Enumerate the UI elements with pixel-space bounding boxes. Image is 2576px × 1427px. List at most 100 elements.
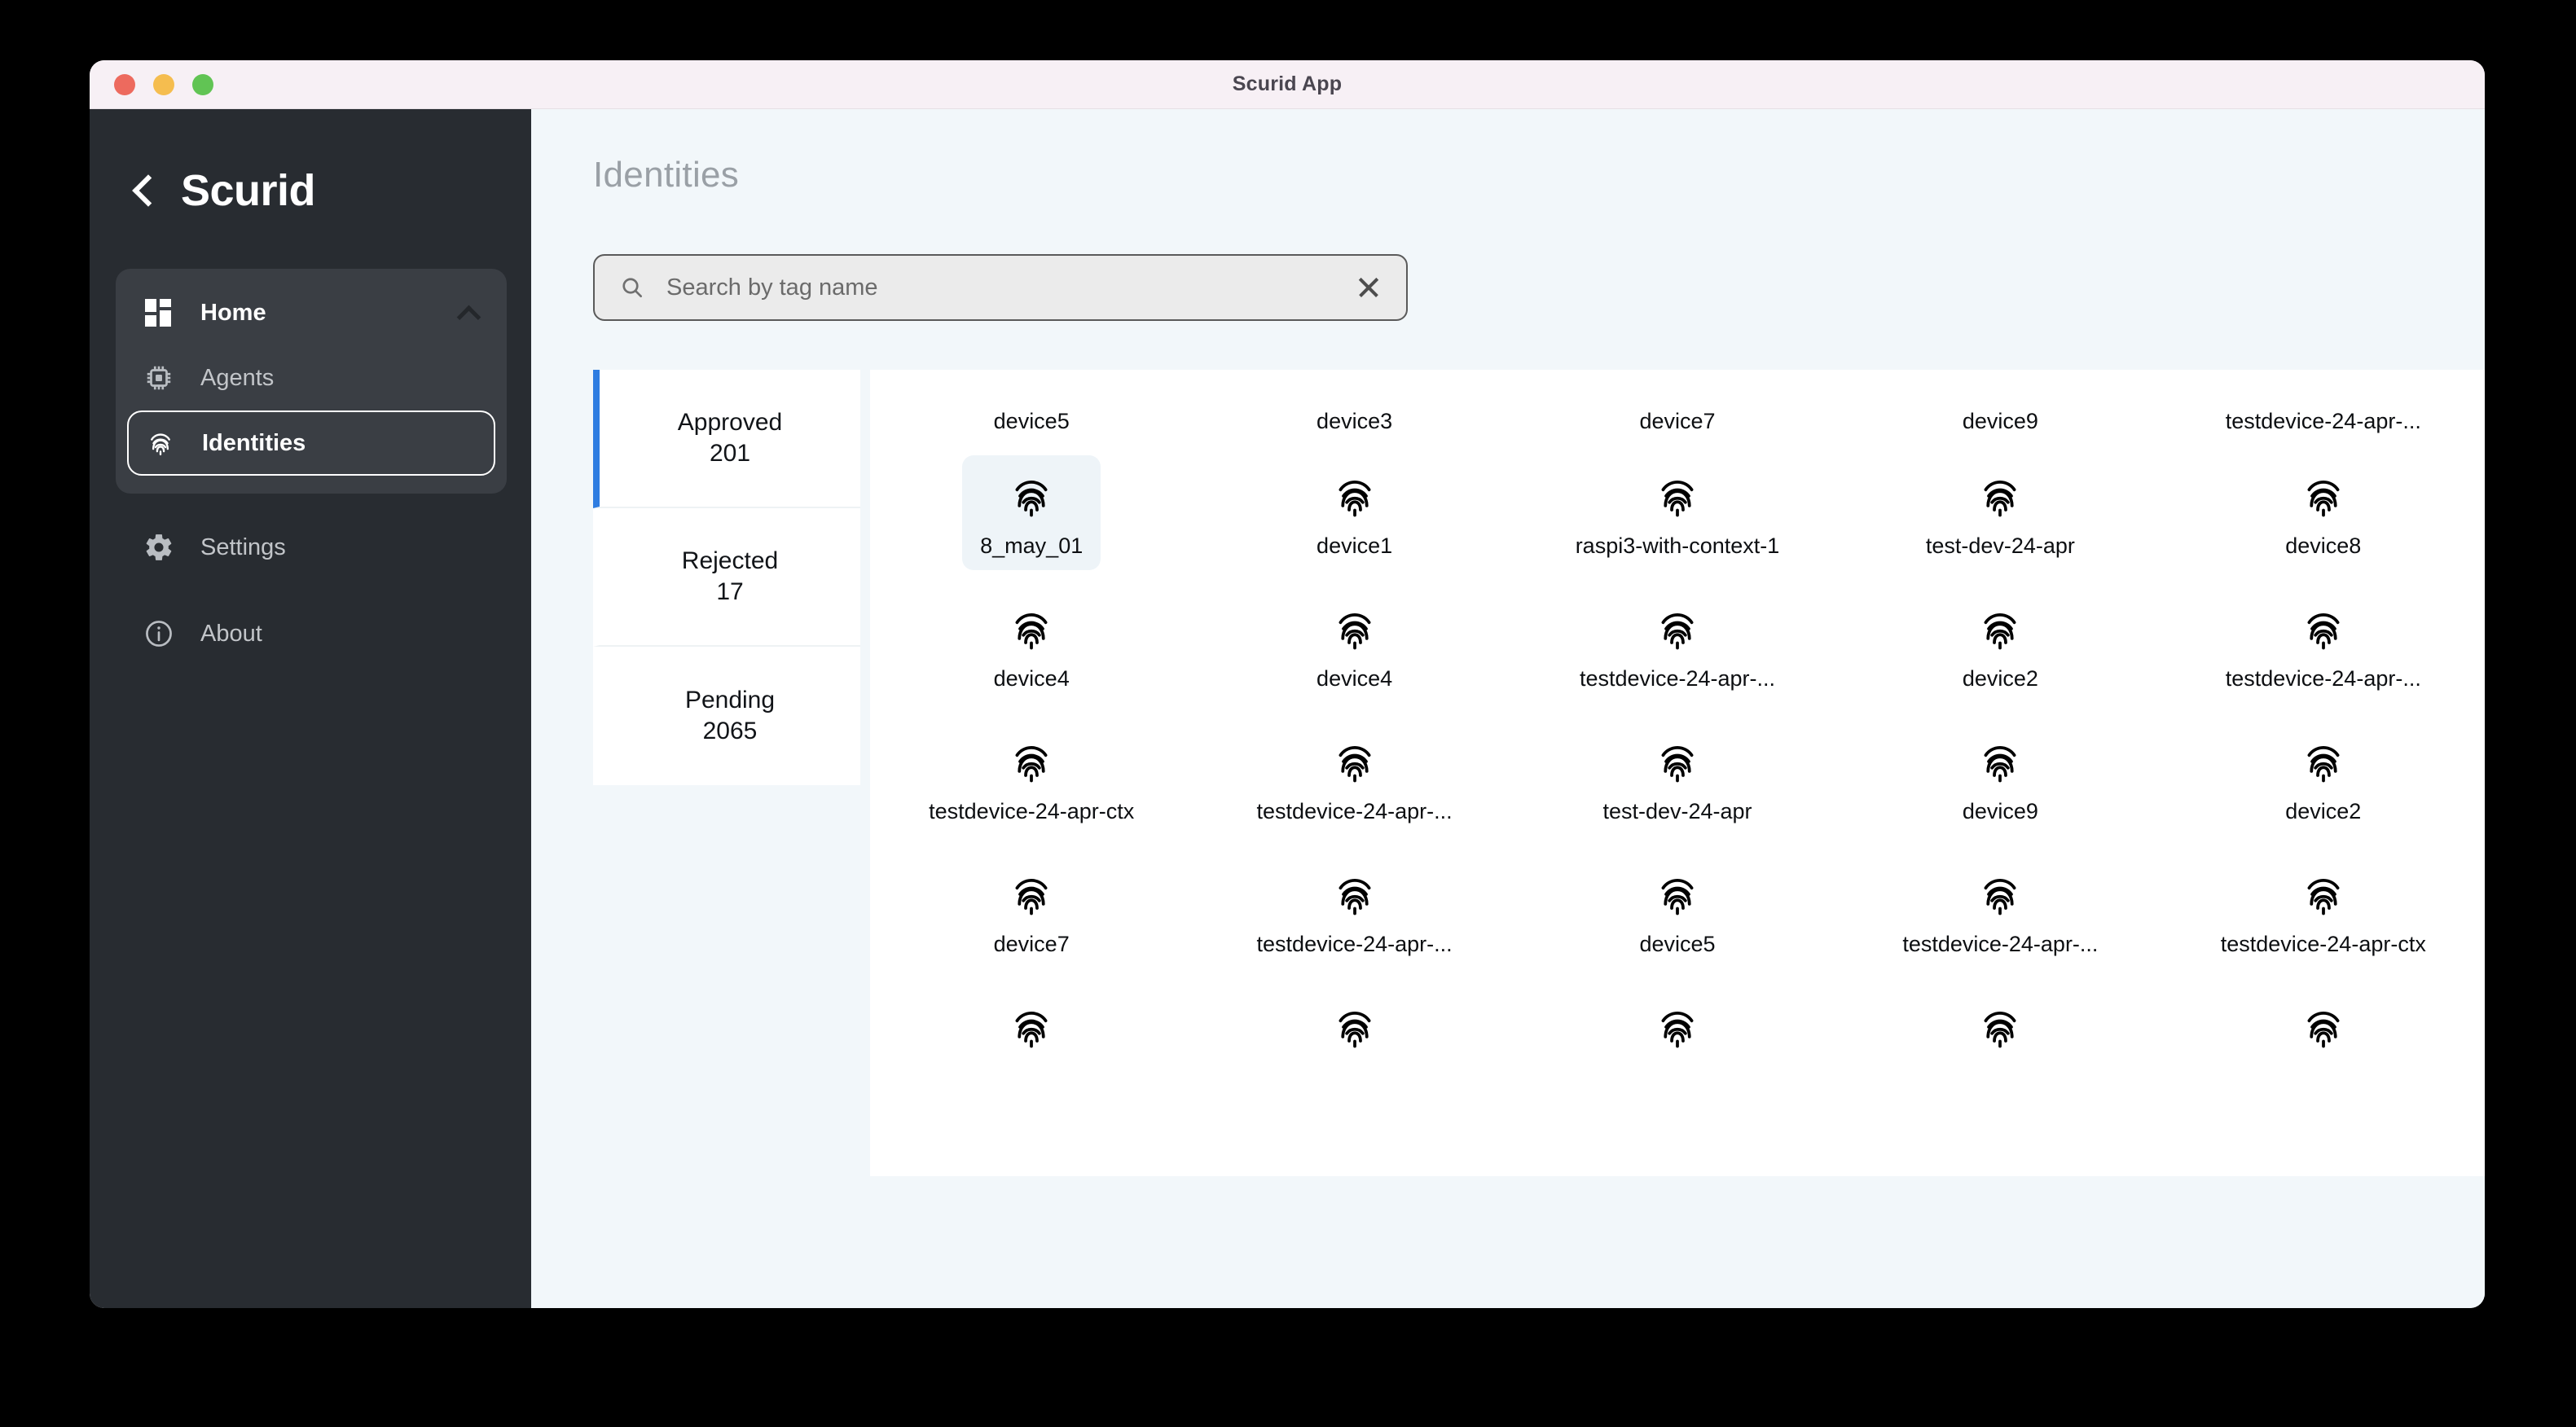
tab-rejected[interactable]: Rejected 17 bbox=[593, 508, 860, 647]
title-bar: Scurid App bbox=[90, 60, 2485, 109]
identity-name: 8_may_01 bbox=[980, 533, 1084, 558]
identity-tile-inner[interactable]: testdevice-24-apr-... bbox=[1562, 588, 1793, 703]
fingerprint-icon bbox=[1006, 999, 1057, 1056]
fingerprint-icon bbox=[1330, 601, 1380, 658]
identity-name: device4 bbox=[1317, 666, 1393, 691]
identity-tile[interactable]: testdevice-24-apr-... bbox=[1839, 836, 2161, 968]
identity-tile-inner[interactable] bbox=[1286, 986, 1424, 1076]
fingerprint-icon bbox=[1006, 734, 1057, 791]
sidebar-item-identities-label: Identities bbox=[202, 429, 306, 456]
identity-tile[interactable] bbox=[1839, 968, 2161, 1076]
tab-pending[interactable]: Pending 2065 bbox=[593, 647, 860, 785]
identity-tile-inner[interactable]: test-dev-24-apr bbox=[1585, 721, 1769, 836]
sidebar-item-agents-label: Agents bbox=[200, 364, 275, 391]
fingerprint-icon bbox=[1330, 734, 1380, 791]
identity-tile-inner[interactable] bbox=[1608, 986, 1747, 1076]
identity-name: test-dev-24-apr bbox=[1925, 533, 2075, 558]
tab-approved[interactable]: Approved 201 bbox=[593, 370, 860, 508]
identity-tile[interactable]: testdevice-24-apr-ctx bbox=[870, 703, 1193, 836]
identity-tile-inner[interactable]: testdevice-24-apr-ctx bbox=[2203, 854, 2444, 968]
identity-tile-inner[interactable]: raspi3-with-context-1 bbox=[1558, 455, 1798, 570]
identity-tile-inner[interactable]: device2 bbox=[1931, 588, 2069, 703]
identity-tile-inner[interactable]: device1 bbox=[1286, 455, 1424, 570]
sidebar-item-home-label: Home bbox=[200, 299, 266, 326]
identity-tile-inner[interactable]: device4 bbox=[1286, 588, 1424, 703]
identity-tile[interactable]: device9 bbox=[1839, 703, 2161, 836]
identity-tile-inner[interactable]: testdevice-24-apr-... bbox=[1239, 854, 1470, 968]
identity-name: device3 bbox=[1317, 409, 1393, 433]
identity-name: test-dev-24-apr bbox=[1602, 799, 1752, 823]
fingerprint-icon bbox=[1652, 468, 1703, 525]
identity-tile[interactable]: device7 bbox=[870, 836, 1193, 968]
search-input[interactable] bbox=[666, 274, 1333, 301]
identity-tile-inner[interactable]: testdevice-24-apr-... bbox=[1239, 721, 1470, 836]
identity-tile-inner[interactable]: device9 bbox=[1931, 721, 2069, 836]
identity-tile[interactable]: testdevice-24-apr-ctx bbox=[2162, 836, 2485, 968]
tab-rejected-count: 17 bbox=[716, 578, 744, 605]
identity-tile[interactable]: test-dev-24-apr bbox=[1839, 434, 2161, 570]
identity-tile-inner[interactable]: testdevice-24-apr-ctx bbox=[911, 721, 1152, 836]
sidebar-brand: Scurid bbox=[90, 132, 531, 230]
identity-tile[interactable]: device4 bbox=[870, 570, 1193, 703]
identity-tile[interactable]: device2 bbox=[1839, 570, 2161, 703]
sidebar-item-agents[interactable]: Agents bbox=[116, 345, 507, 411]
identity-tile[interactable]: device5 bbox=[1516, 836, 1839, 968]
sidebar-item-about[interactable]: About bbox=[116, 601, 507, 666]
sidebar-item-home[interactable]: Home bbox=[116, 280, 507, 345]
search-box[interactable] bbox=[593, 254, 1408, 321]
fingerprint-icon bbox=[1975, 468, 2025, 525]
fingerprint-icon bbox=[1330, 999, 1380, 1056]
identity-tile[interactable]: testdevice-24-apr-... bbox=[1193, 836, 1515, 968]
close-icon[interactable] bbox=[1354, 273, 1383, 302]
sidebar-item-identities[interactable]: Identities bbox=[127, 411, 495, 476]
identity-tile[interactable]: testdevice-24-apr-... bbox=[1193, 703, 1515, 836]
info-icon bbox=[143, 618, 174, 649]
fingerprint-icon bbox=[1006, 468, 1057, 525]
identity-tile-inner[interactable] bbox=[1931, 986, 2069, 1076]
identity-tile[interactable]: device8 bbox=[2162, 434, 2485, 570]
identity-tile[interactable] bbox=[1193, 968, 1515, 1076]
identity-tile[interactable]: device4 bbox=[1193, 570, 1515, 703]
fingerprint-icon bbox=[1652, 867, 1703, 924]
identity-tile-selected[interactable]: 8_may_01 bbox=[962, 455, 1101, 570]
identity-tile-inner[interactable]: device2 bbox=[2254, 721, 2393, 836]
identity-tile[interactable] bbox=[2162, 968, 2485, 1076]
identity-tile-inner[interactable] bbox=[962, 986, 1101, 1076]
identity-tile-inner[interactable]: device4 bbox=[962, 588, 1101, 703]
sidebar-item-settings[interactable]: Settings bbox=[116, 515, 507, 580]
identity-tile-label-only[interactable]: device9 bbox=[1839, 370, 2161, 434]
identity-tile-label-only[interactable]: device3 bbox=[1193, 370, 1515, 434]
identity-tile[interactable]: 8_may_01 bbox=[870, 434, 1193, 570]
app-window: Scurid App Scurid Home Agents Identities… bbox=[90, 60, 2485, 1308]
chevron-left-icon[interactable] bbox=[130, 172, 158, 209]
identity-tile[interactable]: device2 bbox=[2162, 703, 2485, 836]
identity-tile-inner[interactable] bbox=[2254, 986, 2393, 1076]
identity-tile-label-only[interactable]: testdevice-24-apr-... bbox=[2162, 370, 2485, 434]
identity-tile[interactable] bbox=[1516, 968, 1839, 1076]
tab-pending-count: 2065 bbox=[702, 718, 758, 744]
chip-icon bbox=[143, 362, 174, 393]
identity-tile[interactable]: device1 bbox=[1193, 434, 1515, 570]
identity-name: testdevice-24-apr-ctx bbox=[2220, 932, 2426, 956]
identity-tile-label-only[interactable]: device7 bbox=[1516, 370, 1839, 434]
fingerprint-icon bbox=[1975, 601, 2025, 658]
chevron-up-icon[interactable] bbox=[458, 302, 479, 323]
identity-tile-inner[interactable]: device5 bbox=[1608, 854, 1747, 968]
identity-tile-inner[interactable]: testdevice-24-apr-... bbox=[1884, 854, 2116, 968]
identity-tile-inner[interactable]: device8 bbox=[2254, 455, 2393, 570]
identity-tile-label-only[interactable]: device5 bbox=[870, 370, 1193, 434]
identity-tile[interactable] bbox=[870, 968, 1193, 1076]
gear-icon bbox=[143, 532, 174, 563]
identity-name: device1 bbox=[1317, 533, 1393, 558]
identity-tile[interactable]: testdevice-24-apr-... bbox=[2162, 570, 2485, 703]
identity-tile[interactable]: test-dev-24-apr bbox=[1516, 703, 1839, 836]
identities-content: Approved 201 Rejected 17 Pending 2065 de… bbox=[593, 370, 2485, 1176]
identity-tile[interactable]: testdevice-24-apr-... bbox=[1516, 570, 1839, 703]
identity-tile[interactable]: raspi3-with-context-1 bbox=[1516, 434, 1839, 570]
identity-tile-inner[interactable]: device7 bbox=[962, 854, 1101, 968]
identity-tile-inner[interactable]: testdevice-24-apr-... bbox=[2208, 588, 2439, 703]
identity-name: testdevice-24-apr-ctx bbox=[929, 799, 1135, 823]
identity-tile-inner[interactable]: test-dev-24-apr bbox=[1908, 455, 2093, 570]
identity-name: device9 bbox=[1962, 409, 2038, 433]
search-row bbox=[593, 254, 2485, 321]
